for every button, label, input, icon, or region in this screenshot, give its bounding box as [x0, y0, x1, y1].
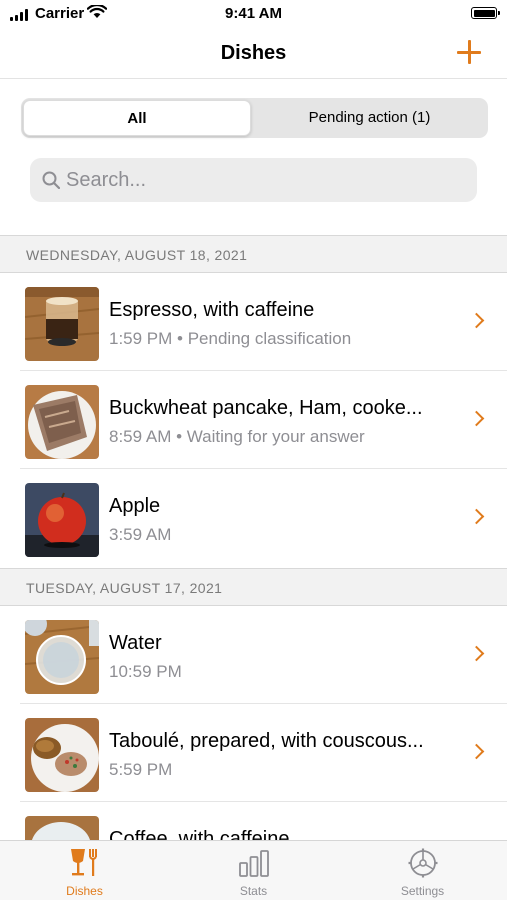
section-header: WEDNESDAY, AUGUST 18, 2021: [0, 235, 507, 273]
section-header: TUESDAY, AUGUST 17, 2021: [0, 568, 507, 606]
chevron-right-icon: [468, 645, 485, 662]
pancake-thumbnail: [25, 385, 99, 459]
battery-icon: [471, 7, 500, 19]
dish-title: Buckwheat pancake, Ham, cooke...: [109, 397, 423, 419]
list-item[interactable]: Apple 3:59 AM: [0, 469, 507, 567]
tab-label: Stats: [239, 884, 268, 898]
taboule-thumbnail: [25, 718, 99, 792]
tab-dishes[interactable]: Dishes: [0, 841, 169, 901]
dish-subtitle: 1:59 PM • Pending classification: [109, 329, 352, 348]
dish-subtitle: 8:59 AM • Waiting for your answer: [109, 427, 365, 446]
tab-label: Settings: [400, 884, 445, 898]
dish-title: Apple: [109, 495, 161, 517]
search-icon: [42, 171, 60, 189]
clock: 9:41 AM: [225, 5, 282, 22]
section-header-label: TUESDAY, AUGUST 17, 2021: [26, 580, 223, 596]
espresso-thumbnail: [25, 287, 99, 361]
navigation-bar: Dishes: [0, 28, 507, 79]
dish-title: Espresso, with caffeine: [109, 299, 315, 321]
stats-icon: [238, 850, 269, 877]
list-item[interactable]: Buckwheat pancake, Ham, cooke... 8:59 AM…: [0, 371, 507, 469]
dish-title: Taboulé, prepared, with couscous...: [109, 730, 424, 752]
apple-thumbnail: [25, 483, 99, 557]
chevron-right-icon: [468, 508, 485, 525]
filter-segmented-control: All Pending action (1): [21, 98, 488, 138]
status-bar: Carrier 9:41 AM: [0, 0, 507, 28]
tab-label: Dishes: [66, 884, 103, 898]
chevron-right-icon: [468, 410, 485, 427]
chevron-right-icon: [468, 743, 485, 760]
tab-settings[interactable]: Settings: [338, 841, 507, 901]
search-input[interactable]: [66, 158, 466, 202]
dish-subtitle: 3:59 AM: [109, 525, 172, 544]
list-item[interactable]: Taboulé, prepared, with couscous... 5:59…: [0, 704, 507, 802]
segment-pending-action[interactable]: Pending action (1): [253, 100, 486, 136]
add-dish-button[interactable]: [457, 40, 481, 64]
search-bar: [30, 158, 477, 202]
dish-subtitle: 10:59 PM: [109, 662, 182, 681]
section-header-label: WEDNESDAY, AUGUST 18, 2021: [26, 247, 248, 263]
settings-icon: [408, 848, 437, 878]
list-item[interactable]: Water 10:59 PM: [0, 606, 507, 704]
dishes-icon: [70, 849, 97, 876]
chevron-right-icon: [468, 312, 485, 329]
dish-subtitle: 5:59 PM: [109, 760, 173, 779]
page-title: Dishes: [220, 42, 287, 64]
list-item[interactable]: Espresso, with caffeine 1:59 PM • Pendin…: [0, 273, 507, 371]
dish-title: Water: [109, 632, 162, 654]
tab-stats[interactable]: Stats: [169, 841, 338, 901]
water-thumbnail: [25, 620, 99, 694]
segment-all[interactable]: All: [23, 100, 251, 136]
tab-bar: Dishes Stats Settings: [0, 840, 507, 900]
